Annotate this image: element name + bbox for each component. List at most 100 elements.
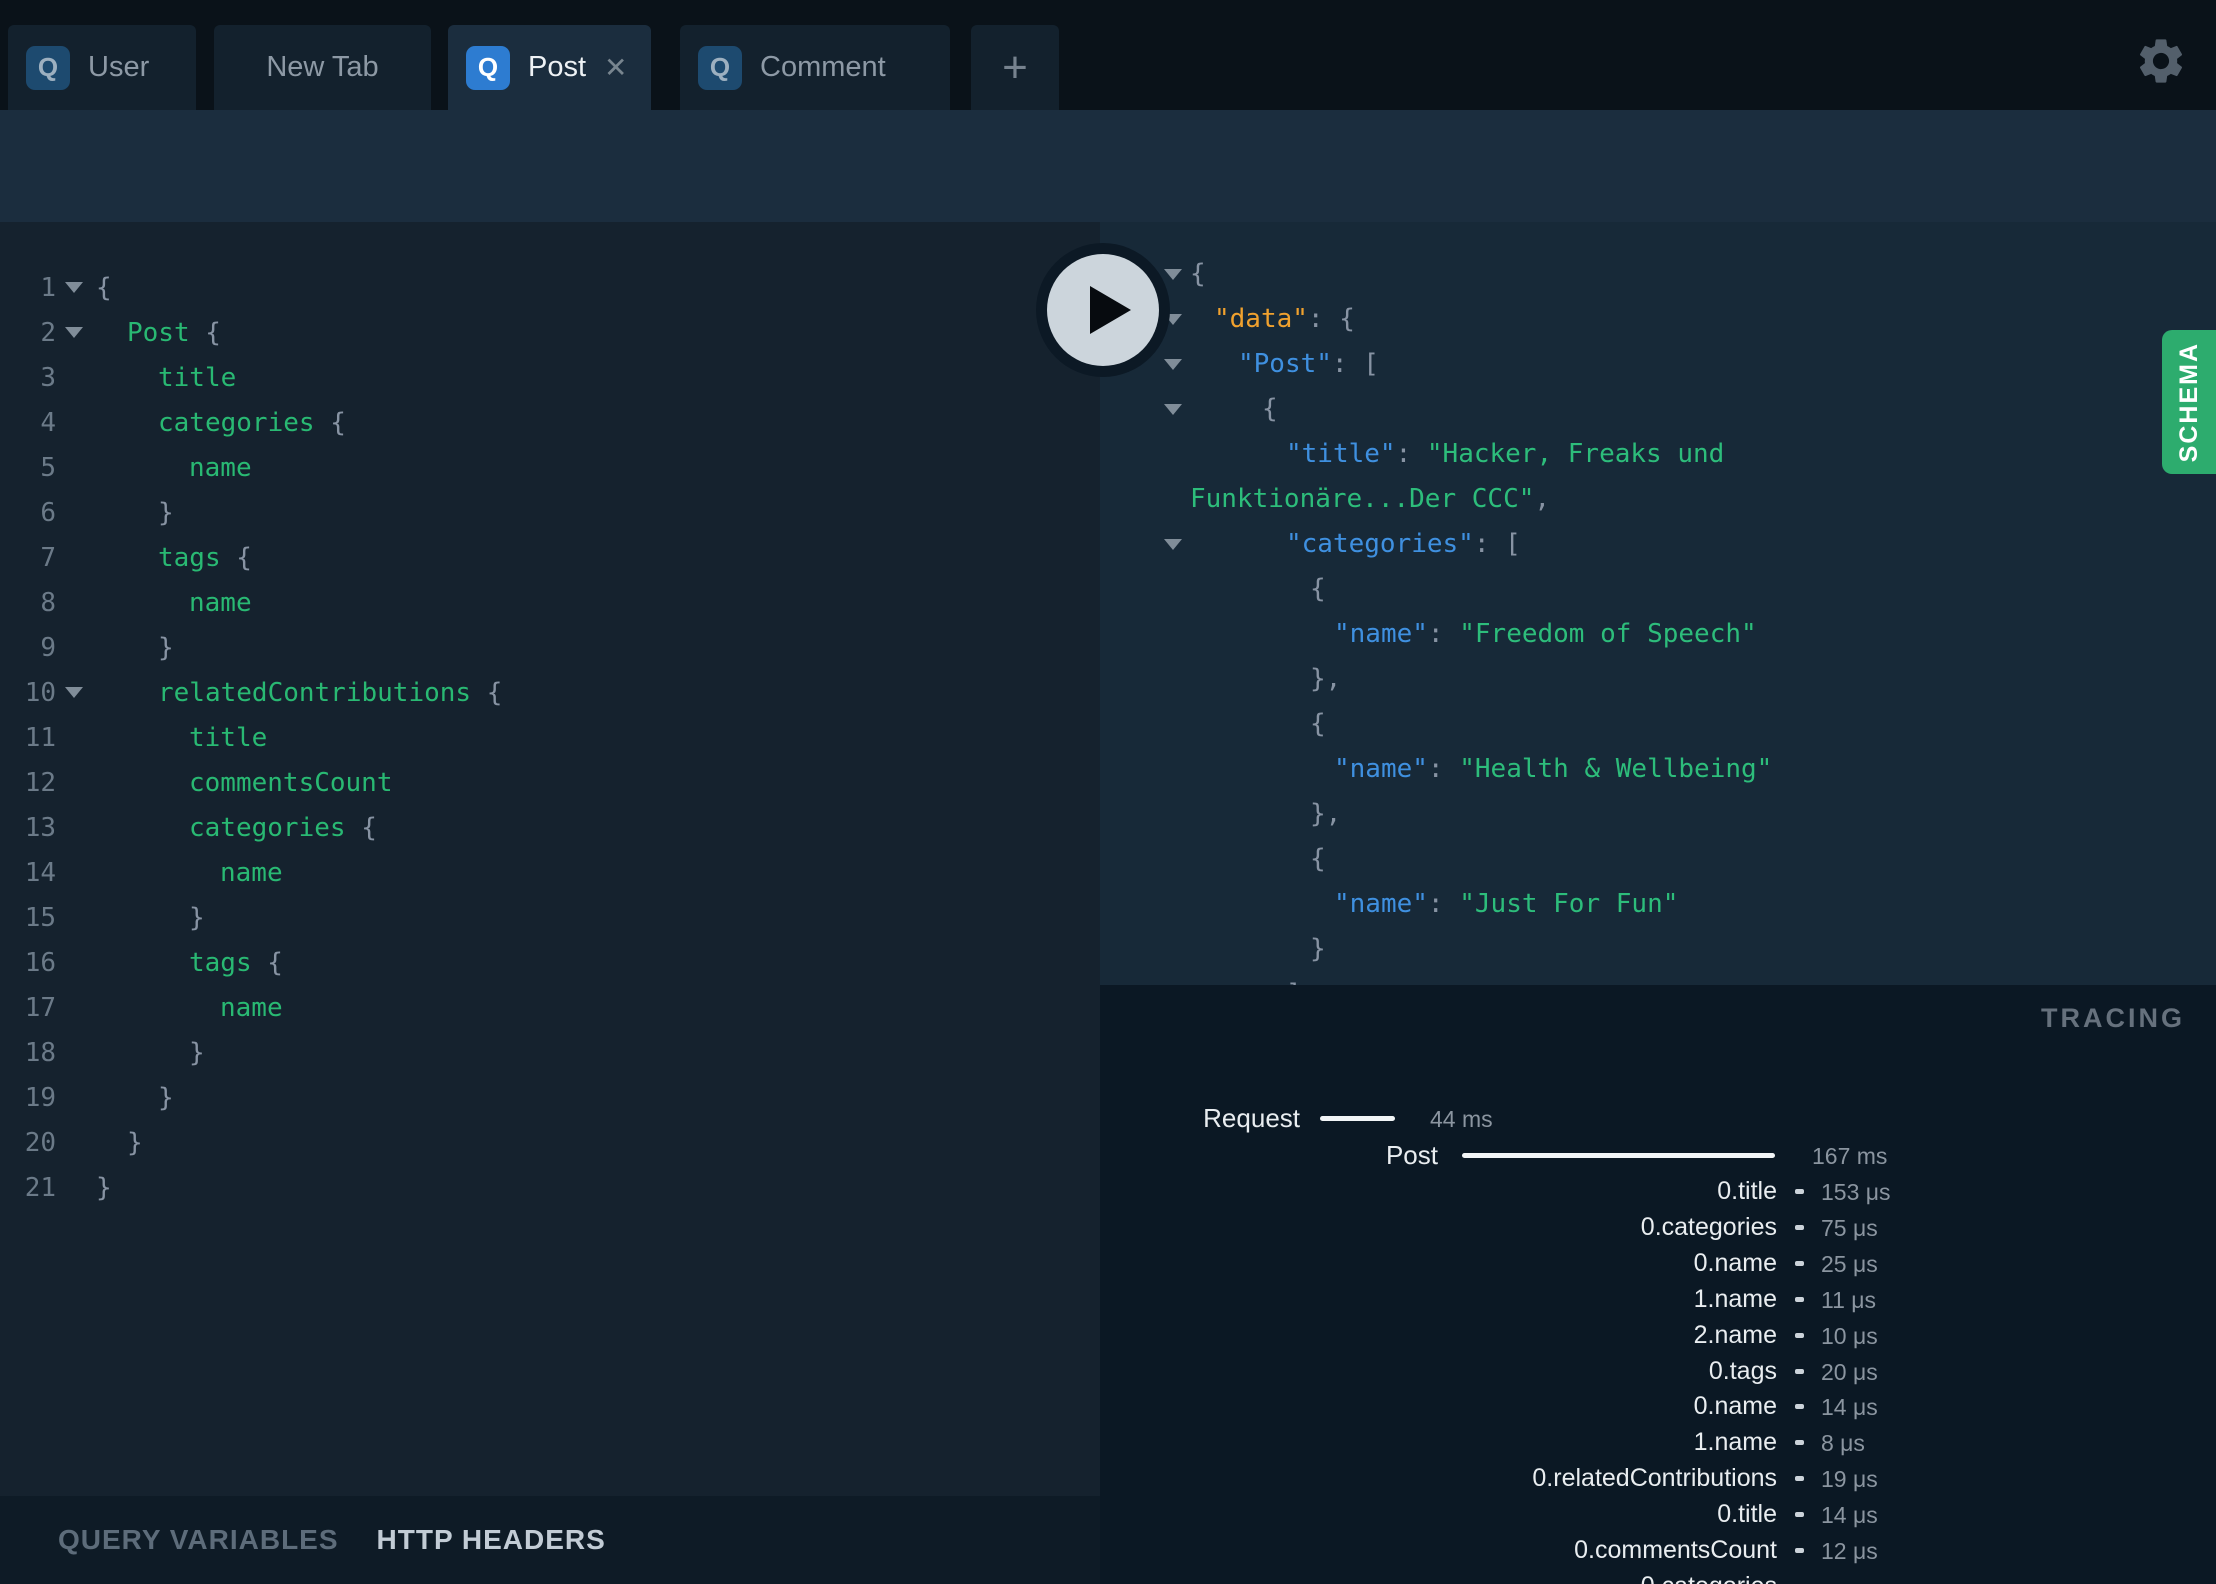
line-number: 9 (40, 632, 56, 663)
trace-request-row: Request 44 ms (1100, 1103, 2216, 1135)
query-line[interactable]: 4 categories { (0, 400, 1100, 445)
token: : [ (1473, 528, 1521, 559)
token: { (1310, 708, 1326, 739)
query-line[interactable]: 13 categories { (0, 805, 1100, 850)
execute-query-button[interactable] (1036, 243, 1170, 377)
trace-request-label: Request (1203, 1103, 1300, 1133)
response-line: { (1100, 386, 2216, 431)
trace-field-row: 1.name 11 μs (1100, 1285, 2216, 1317)
query-line[interactable]: 15} (0, 895, 1100, 940)
token: }, (1310, 798, 1342, 829)
token: : (1395, 438, 1427, 469)
query-line[interactable]: 21} (0, 1165, 1100, 1210)
close-tab-icon[interactable]: ✕ (604, 51, 627, 84)
query-line[interactable]: 20} (0, 1120, 1100, 1165)
trace-field-row: 0.title 14 μs (1100, 1500, 2216, 1532)
trace-field-label: 1.name (1693, 1284, 1777, 1313)
response-lines: {"data": {"Post": [{"title": "Hacker, Fr… (1100, 251, 2216, 985)
tab-comment[interactable]: Q Comment (680, 25, 950, 110)
token: { (471, 677, 503, 708)
fold-arrow-icon[interactable] (65, 282, 83, 293)
response-line: { (1100, 701, 2216, 746)
line-number: 12 (24, 767, 56, 798)
fold-arrow-icon[interactable] (1164, 404, 1182, 415)
query-line[interactable]: 8 name (0, 580, 1100, 625)
query-line[interactable]: 1{ (0, 265, 1100, 310)
response-line: "Post": [ (1100, 341, 2216, 386)
query-line[interactable]: 2 Post { (0, 310, 1100, 355)
token: { (314, 407, 346, 438)
trace-duration-bar (1795, 1548, 1804, 1553)
line-number: 16 (24, 947, 56, 978)
token: categories (158, 407, 315, 438)
trace-request-duration: 44 ms (1430, 1106, 1493, 1132)
query-line[interactable]: 14 name (0, 850, 1100, 895)
token: { (251, 947, 283, 978)
trace-field-label: 0.categories (1641, 1572, 1777, 1584)
token: { (345, 812, 377, 843)
query-line[interactable]: 10 relatedContributions { (0, 670, 1100, 715)
trace-root-label: Post (1385, 1140, 1438, 1170)
response-line: "name": "Freedom of Speech" (1100, 611, 2216, 656)
trace-field-row: 1.name 8 μs (1100, 1428, 2216, 1460)
trace-duration-bar (1795, 1296, 1804, 1302)
token: title (158, 362, 237, 393)
response-line: ] (1100, 971, 2216, 986)
token: "Just For Fun" (1459, 888, 1679, 919)
trace-duration-value: 10 μs (1821, 1322, 1878, 1349)
fold-arrow-icon[interactable] (65, 687, 83, 698)
toolbar: PRETTIFY HISTORY ↺ COPY CURL SHARE PLAYG… (0, 110, 2216, 310)
tab-user[interactable]: Q User (8, 25, 196, 110)
trace-duration-bar (1795, 1332, 1804, 1338)
trace-field-label: 2.name (1693, 1320, 1777, 1349)
token: Post (127, 317, 190, 348)
query-variables-tab[interactable]: QUERY VARIABLES (58, 1524, 339, 1556)
line-number: 21 (24, 1172, 56, 1203)
query-badge: Q (26, 45, 70, 90)
schema-side-tab-label: SCHEMA (2174, 341, 2203, 463)
response-line: } (1100, 926, 2216, 971)
token: } (96, 1172, 112, 1203)
token: } (189, 1037, 205, 1068)
trace-duration-bar (1795, 1440, 1804, 1446)
trace-field-row: 0.name 25 μs (1100, 1249, 2216, 1281)
query-line[interactable]: 11 title (0, 715, 1100, 760)
fold-arrow-icon[interactable] (1164, 539, 1182, 550)
response-line: "categories": [ (1100, 521, 2216, 566)
settings-button[interactable] (2134, 34, 2188, 88)
trace-field-row: 0.commentsCount 12 μs (1100, 1536, 2216, 1568)
tab-new-tab[interactable]: New Tab (214, 25, 431, 110)
query-editor[interactable]: 1{ 2 Post {3 title 4 categories {5 name 6} 7 tags… (0, 222, 1100, 1496)
response-line: }, (1100, 791, 2216, 836)
query-line[interactable]: 9} (0, 625, 1100, 670)
trace-duration-bar (1795, 1512, 1804, 1518)
query-line[interactable]: 16 tags { (0, 940, 1100, 985)
query-line[interactable]: 3 title (0, 355, 1100, 400)
tracing-header: TRACING (2041, 1003, 2185, 1033)
query-line[interactable]: 17 name (0, 985, 1100, 1030)
http-headers-tab[interactable]: HTTP HEADERS (377, 1524, 606, 1556)
token: name (220, 992, 283, 1023)
token: , (1534, 483, 1551, 514)
query-line[interactable]: 5 name (0, 445, 1100, 490)
response-line: "title": "Hacker, Freaks und (1100, 431, 2216, 476)
token: tags (158, 542, 221, 573)
token: } (158, 632, 174, 663)
response-line: "data": { (1100, 296, 2216, 341)
trace-field-label: 0.name (1693, 1392, 1777, 1421)
fold-arrow-icon[interactable] (65, 327, 83, 338)
bottom-bar: QUERY VARIABLES HTTP HEADERS (0, 1496, 1100, 1584)
query-line[interactable]: 12 commentsCount (0, 760, 1100, 805)
query-line[interactable]: 18} (0, 1030, 1100, 1075)
graphql-playground: + Q User New Tab Q Post ✕ Q Comment PRETTIFY HI… (0, 0, 2216, 1584)
query-line[interactable]: 7 tags { (0, 535, 1100, 580)
token: { (220, 542, 252, 573)
query-line[interactable]: 19} (0, 1075, 1100, 1120)
line-number: 15 (24, 902, 56, 933)
tab-post[interactable]: Q Post ✕ (448, 25, 651, 110)
query-line[interactable]: 6} (0, 490, 1100, 535)
gear-icon (2139, 39, 2183, 83)
add-tab-button[interactable]: + (971, 25, 1059, 110)
schema-side-tab[interactable]: SCHEMA (2162, 330, 2216, 474)
line-number: 2 (40, 317, 56, 348)
